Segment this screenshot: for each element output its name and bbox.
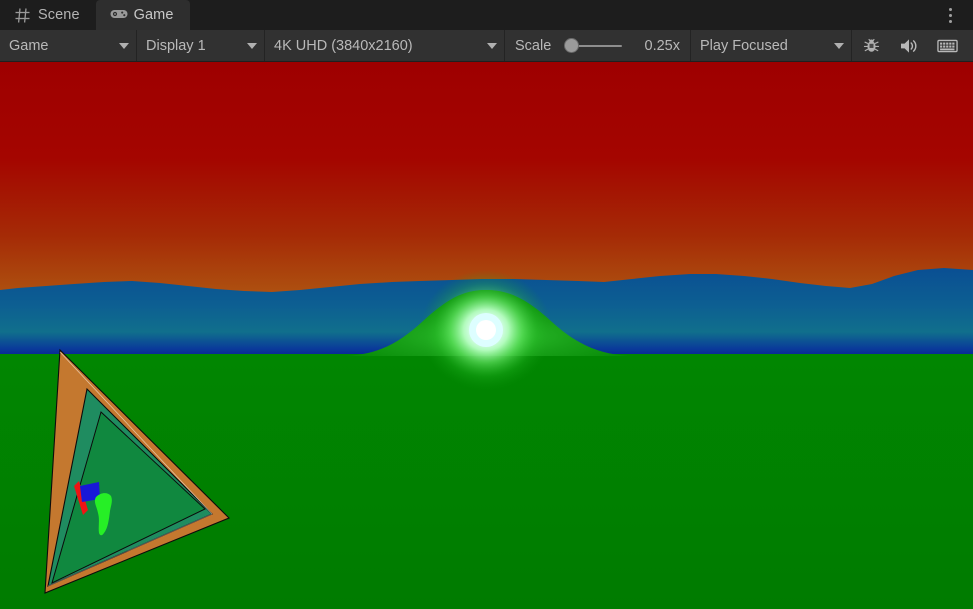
view-mode-value: Game [9, 38, 49, 54]
grid-hash-icon [14, 7, 31, 24]
chevron-down-icon [247, 43, 257, 49]
tab-bar: Scene Game [0, 0, 973, 30]
scale-slider-track [573, 45, 622, 47]
tab-game[interactable]: Game [96, 0, 190, 30]
resolution-dropdown[interactable]: 4K UHD (3840x2160) [265, 30, 504, 61]
play-mode-dropdown[interactable]: Play Focused [691, 30, 851, 61]
gizmos-button[interactable] [928, 30, 966, 61]
scale-slider-handle[interactable] [564, 38, 579, 53]
sky-gradient [0, 62, 973, 302]
scale-control-group: Scale 0.25x [505, 30, 690, 61]
game-view-toolbar: Game Display 1 4K UHD (3840x2160) Scale … [0, 30, 973, 62]
unity-game-view-window: Scene Game Game [0, 0, 973, 609]
kebab-dot [949, 20, 952, 23]
display-dropdown[interactable]: Display 1 [137, 30, 264, 61]
chevron-down-icon [487, 43, 497, 49]
tab-game-label: Game [134, 7, 174, 23]
speaker-icon [899, 37, 919, 55]
resolution-value: 4K UHD (3840x2160) [274, 38, 413, 54]
scale-value: 0.25x [636, 38, 680, 54]
bug-icon [862, 36, 881, 55]
kebab-dot [949, 14, 952, 17]
game-scene-svg [0, 62, 973, 609]
chevron-down-icon [119, 43, 129, 49]
more-options-icon[interactable] [933, 0, 967, 30]
game-view-render[interactable] [0, 62, 973, 609]
stats-bug-button[interactable] [852, 30, 890, 61]
mute-audio-button[interactable] [890, 30, 928, 61]
kebab-dot [949, 8, 952, 11]
tab-scene-label: Scene [38, 7, 80, 23]
scale-label: Scale [515, 38, 551, 54]
display-value: Display 1 [146, 38, 206, 54]
gamepad-icon [110, 7, 127, 24]
keyboard-grid-icon [937, 38, 958, 54]
view-mode-dropdown[interactable]: Game [0, 30, 136, 61]
chevron-down-icon [834, 43, 844, 49]
play-mode-value: Play Focused [700, 38, 788, 54]
scale-slider[interactable] [564, 37, 622, 55]
tab-scene[interactable]: Scene [0, 0, 96, 30]
